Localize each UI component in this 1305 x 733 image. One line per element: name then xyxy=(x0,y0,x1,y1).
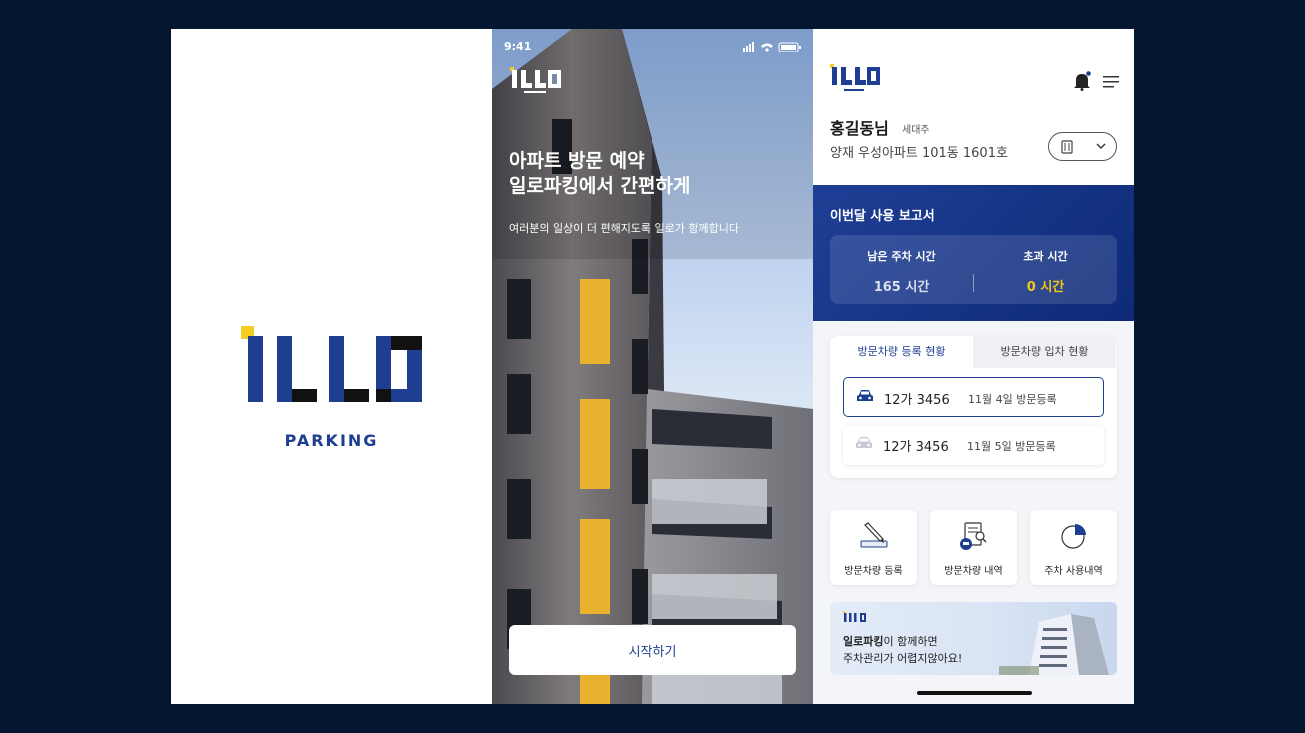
parking-tagline: PARKING xyxy=(284,431,379,450)
banner-brand: 일로파킹 xyxy=(843,635,884,648)
user-role: 세대주 xyxy=(902,125,930,136)
chevron-down-icon xyxy=(1096,143,1106,149)
list-item[interactable]: 12가 3456 11월 4일 방문등록 xyxy=(843,377,1104,417)
illo-logo xyxy=(830,64,880,91)
report-title: 이번달 사용 보고서 xyxy=(830,209,935,224)
vehicle-plate: 12가 3456 xyxy=(884,393,950,408)
tab-entry-status[interactable]: 방문차량 입차 현황 xyxy=(973,336,1116,368)
list-item[interactable]: 12가 3456 11월 5일 방문등록 xyxy=(843,425,1104,465)
status-bar: 9:41 xyxy=(504,40,801,54)
remaining-time: 남은 주차 시간 165 시간 xyxy=(830,248,973,295)
vehicle-plate: 12가 3456 xyxy=(883,440,949,455)
over-time: 초과 시간 0 시간 xyxy=(974,248,1117,295)
action-label: 방문차량 내역 xyxy=(944,566,1003,577)
visitor-history-button[interactable]: 방문차량 내역 xyxy=(930,510,1017,585)
home-indicator xyxy=(917,691,1032,695)
pie-chart-icon xyxy=(1061,524,1086,549)
signal-wifi-battery-icon xyxy=(743,42,801,52)
start-button[interactable]: 시작하기 xyxy=(509,625,796,675)
tab-registration-status[interactable]: 방문차량 등록 현황 xyxy=(830,336,973,368)
action-label: 주차 사용내역 xyxy=(1044,566,1103,577)
header-section xyxy=(813,29,1134,185)
vehicle-date: 11월 5일 방문등록 xyxy=(967,440,1056,453)
illo-logo xyxy=(241,326,422,402)
monthly-report: 이번달 사용 보고서 남은 주차 시간 165 시간 초과 시간 0 시간 xyxy=(813,185,1134,321)
banner-line1: 일로파킹이 함께하면 xyxy=(843,633,938,649)
illo-logo xyxy=(843,611,866,622)
promo-banner[interactable]: 일로파킹이 함께하면 주차관리가 어렵지않아요! xyxy=(830,602,1117,675)
splash-screen: PARKING xyxy=(171,29,492,704)
user-address: 양재 우성아파트 101동 1601호 xyxy=(830,146,1008,161)
document-search-icon xyxy=(960,522,987,550)
register-visitor-button[interactable]: 방문차량 등록 xyxy=(830,510,917,585)
illo-logo xyxy=(510,67,561,93)
apartment-image xyxy=(999,614,1109,675)
user-name: 홍길동님 xyxy=(830,119,889,138)
onboarding-title: 아파트 방문 예약 일로파킹에서 간편하게 xyxy=(509,150,691,197)
car-icon xyxy=(857,390,873,401)
building-select[interactable] xyxy=(1048,132,1117,161)
report-summary: 남은 주차 시간 165 시간 초과 시간 0 시간 xyxy=(830,235,1117,304)
pencil-icon xyxy=(860,522,888,548)
building-icon xyxy=(1061,140,1073,154)
over-time-label: 초과 시간 xyxy=(1023,250,1068,263)
vehicle-date: 11월 4일 방문등록 xyxy=(968,393,1057,406)
remaining-time-label: 남은 주차 시간 xyxy=(867,250,936,263)
over-time-value: 0 시간 xyxy=(1026,280,1065,295)
bell-icon[interactable] xyxy=(1073,71,1091,91)
status-time: 9:41 xyxy=(504,40,532,53)
onboarding-subtitle: 여러분의 일상이 더 편해지도록 일로가 함께합니다 xyxy=(509,222,740,235)
banner-line2: 주차관리가 어렵지않아요! xyxy=(843,652,963,665)
parking-history-button[interactable]: 주차 사용내역 xyxy=(1030,510,1117,585)
dashboard-screen: 홍길동님 세대주 양재 우성아파트 101동 1601호 이번달 사용 보고서 … xyxy=(813,29,1134,704)
menu-icon[interactable] xyxy=(1103,76,1119,88)
car-icon xyxy=(856,437,872,448)
banner-line1-rest: 이 함께하면 xyxy=(883,635,938,648)
onboarding-screen: 9:41 아파트 방문 예약 일로파킹에서 간편하게 여러분의 일상이 더 편해… xyxy=(492,29,813,704)
action-label: 방문차량 등록 xyxy=(844,566,903,577)
visitor-vehicle-card: 방문차량 등록 현황 방문차량 입차 현황 12가 3456 11월 4일 방문… xyxy=(830,336,1117,478)
building-photo xyxy=(492,29,813,704)
remaining-time-value: 165 시간 xyxy=(873,280,930,295)
